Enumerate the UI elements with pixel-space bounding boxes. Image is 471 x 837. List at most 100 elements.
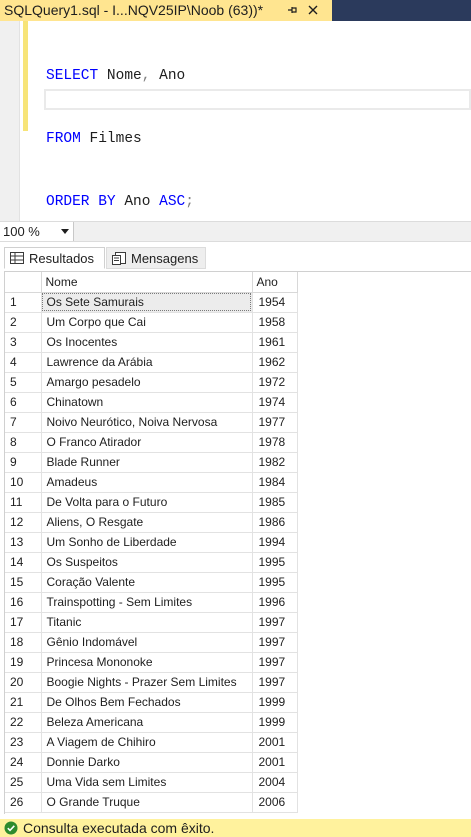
nome-cell[interactable]: Boogie Nights - Prazer Sem Limites <box>41 672 253 693</box>
row-number-cell[interactable]: 19 <box>5 652 42 673</box>
row-number-cell[interactable]: 2 <box>5 312 42 333</box>
row-number-cell[interactable]: 4 <box>5 352 42 373</box>
ano-cell[interactable]: 1978 <box>252 432 298 453</box>
nome-cell[interactable]: Lawrence da Arábia <box>41 352 253 373</box>
query-document-tab[interactable]: SQLQuery1.sql - I...NQV25IP\Noob (63))* <box>0 0 332 21</box>
ano-cell[interactable]: 1997 <box>252 652 298 673</box>
row-number-cell[interactable]: 24 <box>5 752 42 773</box>
table-row[interactable]: 18 Gênio Indomável 1997 <box>5 632 298 653</box>
table-row[interactable]: 16 Trainspotting - Sem Limites 1996 <box>5 592 298 613</box>
row-number-cell[interactable]: 18 <box>5 632 42 653</box>
ano-cell[interactable]: 1972 <box>252 372 298 393</box>
row-number-header[interactable] <box>5 272 42 293</box>
row-number-cell[interactable]: 16 <box>5 592 42 613</box>
row-number-cell[interactable]: 12 <box>5 512 42 533</box>
table-row[interactable]: 12 Aliens, O Resgate 1986 <box>5 512 298 533</box>
nome-cell[interactable]: O Grande Truque <box>41 792 253 813</box>
ano-cell[interactable]: 1962 <box>252 352 298 373</box>
ano-cell[interactable]: 2004 <box>252 772 298 793</box>
ano-cell[interactable]: 1958 <box>252 312 298 333</box>
ano-cell[interactable]: 2006 <box>252 792 298 813</box>
zoom-select[interactable]: 100 % <box>0 222 74 241</box>
nome-cell[interactable]: Os Sete Samurais <box>41 292 253 313</box>
table-row[interactable]: 22 Beleza Americana 1999 <box>5 712 298 733</box>
ano-cell[interactable]: 1982 <box>252 452 298 473</box>
ano-cell[interactable]: 1995 <box>252 572 298 593</box>
nome-cell[interactable]: Gênio Indomável <box>41 632 253 653</box>
ano-cell[interactable]: 2001 <box>252 732 298 753</box>
ano-cell[interactable]: 1985 <box>252 492 298 513</box>
nome-cell[interactable]: Aliens, O Resgate <box>41 512 253 533</box>
nome-cell[interactable]: Amadeus <box>41 472 253 493</box>
ano-cell[interactable]: 1986 <box>252 512 298 533</box>
nome-cell[interactable]: A Viagem de Chihiro <box>41 732 253 753</box>
nome-cell[interactable]: Um Sonho de Liberdade <box>41 532 253 553</box>
row-number-cell[interactable]: 3 <box>5 332 42 353</box>
results-grid[interactable]: Nome Ano 1 Os Sete Samurais 1954 2 Um Corpo … <box>4 271 471 814</box>
row-number-cell[interactable]: 22 <box>5 712 42 733</box>
row-number-cell[interactable]: 26 <box>5 792 42 813</box>
row-number-cell[interactable]: 10 <box>5 472 42 493</box>
table-row[interactable]: 1 Os Sete Samurais 1954 <box>5 292 298 313</box>
ano-cell[interactable]: 1995 <box>252 552 298 573</box>
table-row[interactable]: 19 Princesa Mononoke 1997 <box>5 652 298 673</box>
ano-cell[interactable]: 1994 <box>252 532 298 553</box>
ano-cell[interactable]: 1974 <box>252 392 298 413</box>
row-number-cell[interactable]: 9 <box>5 452 42 473</box>
table-row[interactable]: 15 Coração Valente 1995 <box>5 572 298 593</box>
nome-cell[interactable]: De Volta para o Futuro <box>41 492 253 513</box>
nome-cell[interactable]: Trainspotting - Sem Limites <box>41 592 253 613</box>
nome-cell[interactable]: Uma Vida sem Limites <box>41 772 253 793</box>
table-row[interactable]: 10 Amadeus 1984 <box>5 472 298 493</box>
table-row[interactable]: 4 Lawrence da Arábia 1962 <box>5 352 298 373</box>
table-row[interactable]: 23 A Viagem de Chihiro 2001 <box>5 732 298 753</box>
table-row[interactable]: 11 De Volta para o Futuro 1985 <box>5 492 298 513</box>
nome-cell[interactable]: Noivo Neurótico, Noiva Nervosa <box>41 412 253 433</box>
pin-icon[interactable] <box>285 3 299 17</box>
row-number-cell[interactable]: 11 <box>5 492 42 513</box>
table-row[interactable]: 3 Os Inocentes 1961 <box>5 332 298 353</box>
row-number-cell[interactable]: 5 <box>5 372 42 393</box>
column-header-ano[interactable]: Ano <box>252 272 298 293</box>
sql-editor[interactable]: SELECT Nome, Ano FROM Filmes ORDER BY An… <box>0 21 471 221</box>
column-header-nome[interactable]: Nome <box>41 272 253 293</box>
row-number-cell[interactable]: 20 <box>5 672 42 693</box>
row-number-cell[interactable]: 21 <box>5 692 42 713</box>
table-row[interactable]: 2 Um Corpo que Cai 1958 <box>5 312 298 333</box>
table-row[interactable]: 8O Franco Atirador 1978 <box>5 432 298 453</box>
nome-cell[interactable]: Titanic <box>41 612 253 633</box>
ano-cell[interactable]: 1984 <box>252 472 298 493</box>
row-number-cell[interactable]: 13 <box>5 532 42 553</box>
chevron-down-icon[interactable] <box>61 229 69 234</box>
ano-cell[interactable]: 1999 <box>252 692 298 713</box>
table-row[interactable]: 9 Blade Runner 1982 <box>5 452 298 473</box>
ano-cell[interactable]: 1954 <box>252 292 298 313</box>
row-number-cell[interactable]: 14 <box>5 552 42 573</box>
table-row[interactable]: 14 Os Suspeitos 1995 <box>5 552 298 573</box>
table-row[interactable]: 24 Donnie Darko 2001 <box>5 752 298 773</box>
tab-results[interactable]: Resultados <box>4 247 105 269</box>
table-row[interactable]: 13 Um Sonho de Liberdade 1994 <box>5 532 298 553</box>
nome-cell[interactable]: Coração Valente <box>41 572 253 593</box>
row-number-cell[interactable]: 15 <box>5 572 42 593</box>
table-row[interactable]: 7 Noivo Neurótico, Noiva Nervosa 1977 <box>5 412 298 433</box>
ano-cell[interactable]: 1999 <box>252 712 298 733</box>
nome-cell[interactable]: Amargo pesadelo <box>41 372 253 393</box>
ano-cell[interactable]: 1977 <box>252 412 298 433</box>
row-number-cell[interactable]: 6 <box>5 392 42 413</box>
nome-cell[interactable]: Blade Runner <box>41 452 253 473</box>
ano-cell[interactable]: 1997 <box>252 672 298 693</box>
row-number-cell[interactable]: 17 <box>5 612 42 633</box>
ano-cell[interactable]: 1996 <box>252 592 298 613</box>
table-row[interactable]: 17 Titanic 1997 <box>5 612 298 633</box>
nome-cell[interactable]: Beleza Americana <box>41 712 253 733</box>
row-number-cell[interactable]: 8 <box>5 432 42 453</box>
table-row[interactable]: 6 Chinatown 1974 <box>5 392 298 413</box>
table-row[interactable]: 26 O Grande Truque 2006 <box>5 792 298 813</box>
nome-cell[interactable]: Princesa Mononoke <box>41 652 253 673</box>
nome-cell[interactable]: Chinatown <box>41 392 253 413</box>
row-number-cell[interactable]: 25 <box>5 772 42 793</box>
ano-cell[interactable]: 1961 <box>252 332 298 353</box>
table-row[interactable]: 5 Amargo pesadelo 1972 <box>5 372 298 393</box>
table-row[interactable]: 25 Uma Vida sem Limites 2004 <box>5 772 298 793</box>
